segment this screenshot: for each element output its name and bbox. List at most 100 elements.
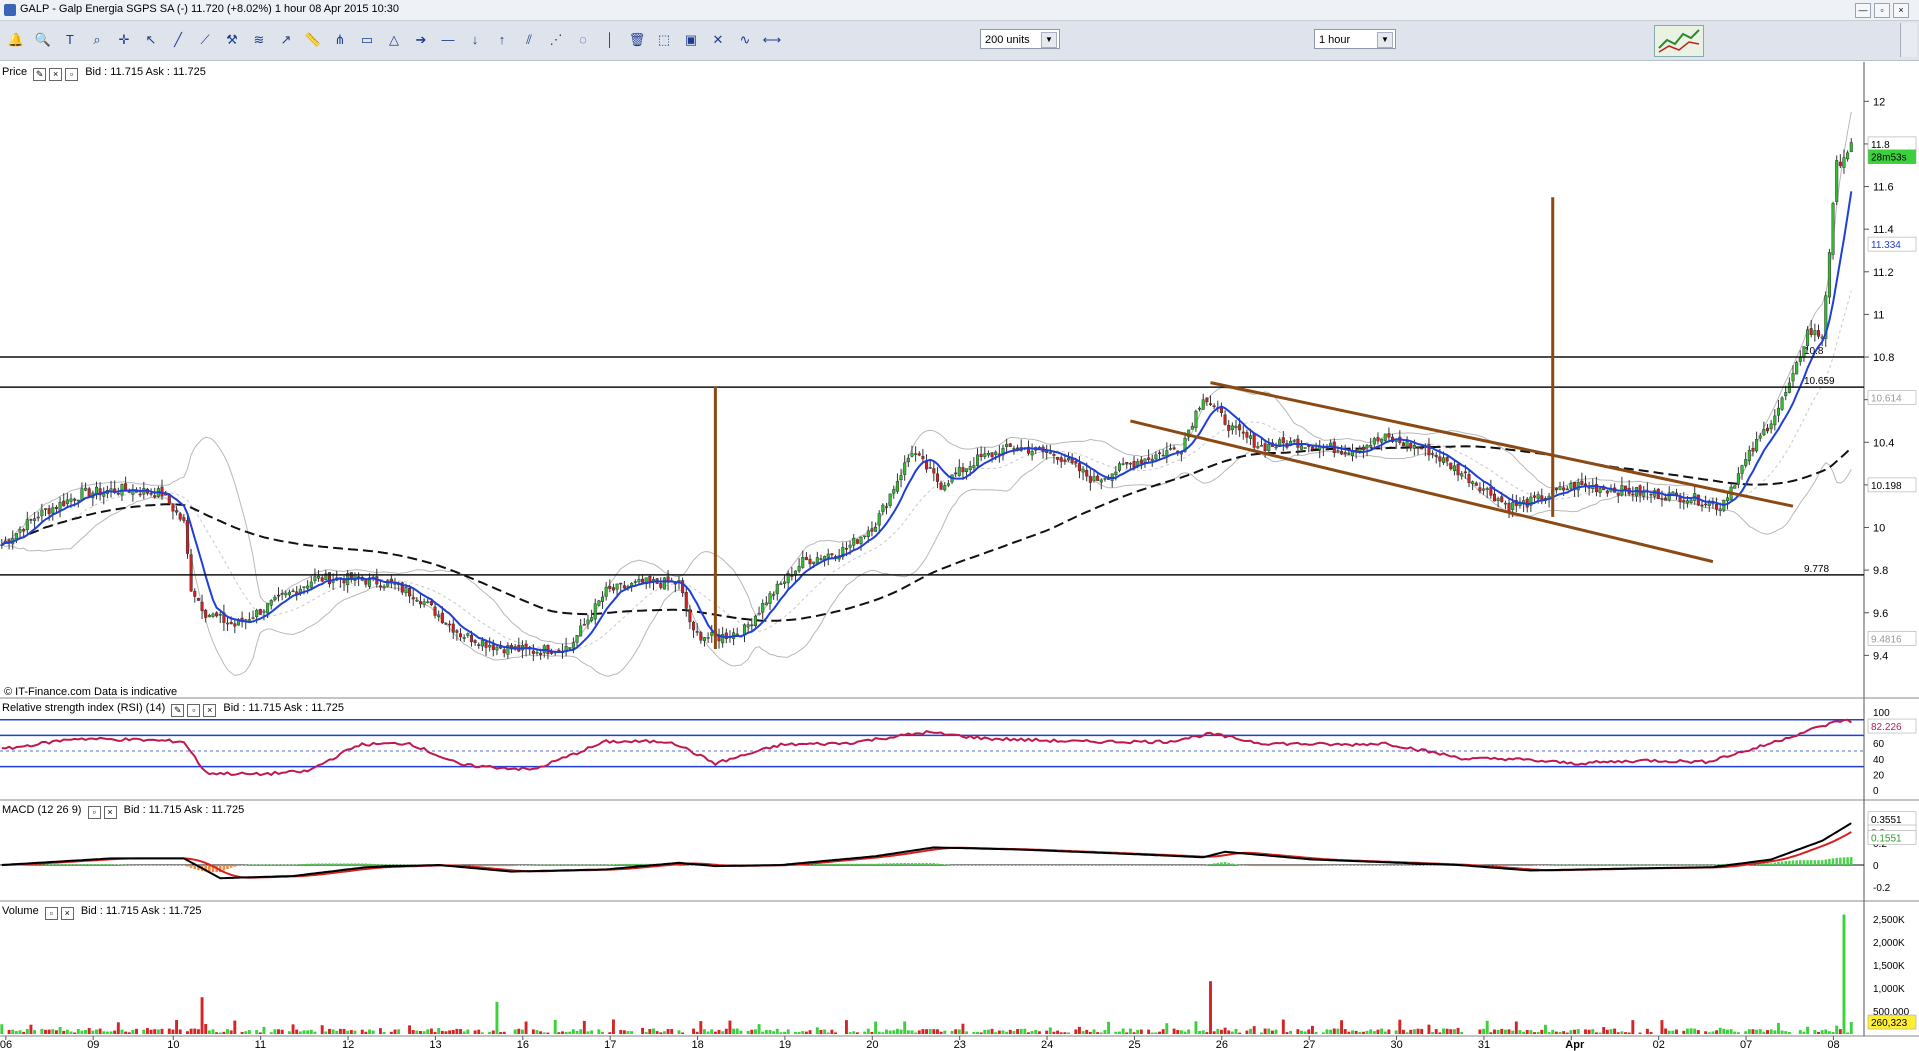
text-icon[interactable]: T (60, 30, 80, 50)
volume-bar (196, 1029, 200, 1034)
macd-histogram-bar (976, 865, 979, 866)
volume-bar (1136, 1029, 1140, 1034)
macd-histogram-bar (994, 865, 997, 866)
macd-histogram-bar (306, 863, 309, 865)
fan-icon[interactable]: ⋰ (546, 30, 566, 50)
macd-histogram-bar (386, 864, 390, 866)
macd-histogram-bar (1041, 865, 1045, 866)
volume-bar (429, 1028, 433, 1034)
crosshair-icon[interactable]: ✛ (114, 30, 134, 50)
rectangle-icon[interactable]: ▭ (357, 30, 377, 50)
volume-bar (1056, 1030, 1060, 1034)
arrow-up-icon[interactable]: ↑ (492, 30, 512, 50)
candle (1431, 453, 1435, 455)
pitchfork-icon[interactable]: ⋔ (330, 30, 350, 50)
macd-histogram-bar (1314, 865, 1318, 867)
arrow-right-icon[interactable]: ➔ (411, 30, 431, 50)
candle (892, 489, 896, 494)
arrow-line-icon[interactable]: ↗ (276, 30, 296, 50)
candle (812, 561, 816, 564)
volume-bar (58, 1027, 62, 1034)
line-icon[interactable]: ╱ (168, 30, 188, 50)
channel-icon[interactable]: ⫽ (519, 30, 539, 50)
period-select[interactable]: 1 hour ▼ (1314, 29, 1396, 49)
cross-icon[interactable]: ✕ (708, 30, 728, 50)
candle (804, 556, 808, 561)
candle (1562, 487, 1566, 491)
horizontal-line-icon[interactable]: — (438, 30, 458, 50)
macd-histogram-bar (1103, 865, 1107, 866)
vertical-line-icon[interactable]: │ (600, 30, 620, 50)
bell-icon[interactable]: 🔔 (6, 30, 26, 50)
volume-bar (156, 1029, 160, 1034)
arrow-down-icon[interactable]: ↓ (465, 30, 485, 50)
macd-histogram-bar (590, 864, 593, 866)
candle (116, 492, 120, 495)
volume-bar (491, 1030, 495, 1034)
price-tag-label: 28m53s (1871, 153, 1907, 164)
trash-icon[interactable]: 🗑 (627, 30, 647, 50)
macd-histogram-bar (1365, 865, 1369, 866)
maximize-panel-icon[interactable]: ▫ (65, 68, 79, 81)
volume-bar (1456, 1027, 1460, 1034)
ruler-icon[interactable]: 📏 (303, 30, 323, 50)
volume-bar (830, 1029, 834, 1034)
macd-histogram-bar (859, 863, 863, 865)
units-select[interactable]: 200 units ▼ (980, 29, 1060, 49)
rsi-y-tick-label: 0 (1873, 786, 1879, 797)
volume-bar (1125, 1032, 1129, 1034)
macd-histogram-bar (1715, 864, 1718, 865)
close-panel-icon[interactable]: × (203, 704, 217, 717)
settings-icon[interactable]: ✎ (171, 704, 185, 717)
volume-bar (1722, 1028, 1726, 1034)
close-button[interactable]: × (1893, 3, 1909, 18)
magnifier-icon[interactable]: 🔍 (33, 30, 53, 50)
macd-histogram-bar (1500, 865, 1504, 866)
minimize-button[interactable]: — (1855, 3, 1871, 18)
settings-icon[interactable]: ✎ (33, 68, 47, 81)
pointer-icon[interactable]: ↖ (141, 30, 161, 50)
fibonacci-icon[interactable]: ≋ (249, 30, 269, 50)
scroll-up-button[interactable] (1900, 23, 1917, 57)
volume-bar (1340, 1020, 1344, 1034)
zoom-icon[interactable]: ⌕ (87, 30, 107, 50)
maximize-panel-icon[interactable]: ▫ (44, 907, 58, 920)
cycle-icon[interactable]: ◌ (573, 30, 593, 50)
macd-histogram-bar (1569, 864, 1573, 866)
candle (1088, 476, 1092, 483)
span-icon[interactable]: ⟷ (762, 30, 782, 50)
hammer-icon[interactable]: ⚒ (222, 30, 242, 50)
volume-bar (906, 1030, 910, 1034)
chart-style-button[interactable] (1654, 25, 1704, 57)
price-y-tick-label: 11 (1873, 309, 1884, 321)
close-panel-icon[interactable]: × (60, 907, 74, 920)
macd-histogram-bar (1784, 861, 1788, 865)
volume-bar (1085, 1029, 1089, 1034)
volume-bar (1380, 1028, 1384, 1034)
volume-bar (1019, 1028, 1023, 1034)
candle (535, 651, 539, 654)
candle (73, 498, 77, 501)
maximize-panel-icon[interactable]: ▫ (87, 806, 101, 819)
candle (29, 519, 33, 521)
maximize-panel-icon[interactable]: ▫ (187, 704, 201, 717)
candle (746, 624, 750, 628)
box-icon[interactable]: ▣ (681, 30, 701, 50)
candle (440, 612, 444, 624)
candle (1223, 414, 1227, 425)
close-panel-icon[interactable]: × (49, 68, 63, 81)
volume-bar (590, 1030, 594, 1034)
wave-icon[interactable]: ∿ (735, 30, 755, 50)
triangle-icon[interactable]: △ (384, 30, 404, 50)
select-icon[interactable]: ⬚ (654, 30, 674, 50)
volume-bar (1067, 1032, 1070, 1034)
maximize-button[interactable]: ▫ (1874, 3, 1890, 18)
candle (51, 507, 55, 514)
close-panel-icon[interactable]: × (103, 806, 117, 819)
candle (1230, 425, 1234, 430)
trend-icon[interactable]: ⟋ (195, 30, 215, 50)
macd-histogram-bar (1649, 864, 1653, 866)
price-level-label: 10.8 (1804, 346, 1824, 357)
candle (1147, 457, 1151, 460)
macd-histogram-bar (324, 863, 328, 865)
